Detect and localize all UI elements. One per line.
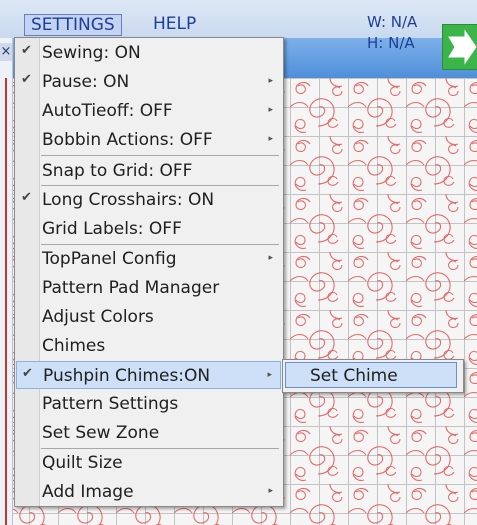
green-arrow-icon xyxy=(448,29,477,65)
menu-item-label: Set Sew Zone xyxy=(42,423,160,443)
menu-item-toppanel-config[interactable]: TopPanel Config ▸ xyxy=(16,245,281,273)
menu-item-label: Quilt Size xyxy=(42,453,123,473)
menu-item-pattern-settings[interactable]: Pattern Settings xyxy=(16,390,281,418)
check-icon: ✔ xyxy=(22,366,33,381)
menu-item-pushpin-chimes[interactable]: ✔ Pushpin Chimes:ON ▸ xyxy=(16,361,281,389)
settings-menu: ✔ Sewing: ON ✔ Pause: ON ▸ AutoTieoff: O… xyxy=(14,37,284,507)
menu-item-quilt-size[interactable]: Quilt Size xyxy=(16,449,281,477)
menu-item-label: Pushpin Chimes:ON xyxy=(43,366,211,386)
chevron-right-icon: ▸ xyxy=(268,105,273,115)
menu-item-label: Adjust Colors xyxy=(42,307,154,327)
menu-item-label: Pattern Settings xyxy=(42,394,179,414)
check-icon: ✔ xyxy=(21,190,32,205)
height-readout: H: N/A xyxy=(367,34,415,52)
menu-item-long-crosshairs[interactable]: ✔ Long Crosshairs: ON xyxy=(16,186,281,214)
chevron-right-icon: ▸ xyxy=(268,134,273,144)
menu-item-bobbin-actions[interactable]: Bobbin Actions: OFF ▸ xyxy=(16,126,281,154)
canvas-boundary-line xyxy=(5,78,7,525)
pushpin-chimes-submenu: Set Chime xyxy=(282,359,464,393)
menu-item-label: Add Image xyxy=(42,482,134,502)
menu-item-pattern-pad-manager[interactable]: Pattern Pad Manager xyxy=(16,274,281,302)
go-button[interactable] xyxy=(442,24,477,70)
menu-item-sewing[interactable]: ✔ Sewing: ON xyxy=(16,39,281,67)
menu-item-label: AutoTieoff: OFF xyxy=(42,101,173,121)
menu-settings[interactable]: SETTINGS xyxy=(24,14,122,36)
submenu-item-set-chime[interactable]: Set Chime xyxy=(285,362,457,388)
chevron-right-icon: ▸ xyxy=(268,76,273,86)
menu-item-label: Bobbin Actions: OFF xyxy=(42,130,213,150)
menu-item-label: Snap to Grid: OFF xyxy=(42,161,193,181)
menu-item-add-image[interactable]: Add Image ▸ xyxy=(16,478,281,506)
menu-item-label: Chimes xyxy=(42,336,106,356)
chevron-right-icon: ▸ xyxy=(267,370,272,380)
menu-item-set-sew-zone[interactable]: Set Sew Zone xyxy=(16,419,281,447)
check-icon: ✔ xyxy=(21,72,32,87)
menu-separator xyxy=(41,155,279,156)
menu-item-label: Long Crosshairs: ON xyxy=(42,190,215,210)
width-readout: W: N/A xyxy=(367,13,418,31)
menu-item-chimes[interactable]: Chimes xyxy=(16,332,281,360)
menu-item-label: Grid Labels: OFF xyxy=(42,219,182,239)
menu-item-autotieoff[interactable]: AutoTieoff: OFF ▸ xyxy=(16,97,281,125)
menu-item-adjust-colors[interactable]: Adjust Colors xyxy=(16,303,281,331)
menu-help[interactable]: HELP xyxy=(147,14,202,34)
menu-item-label: Pause: ON xyxy=(42,72,130,92)
close-icon[interactable]: × xyxy=(0,43,12,61)
menu-item-label: TopPanel Config xyxy=(42,249,177,269)
menu-item-snap-to-grid[interactable]: Snap to Grid: OFF xyxy=(16,157,281,185)
menu-item-pause[interactable]: ✔ Pause: ON ▸ xyxy=(16,68,281,96)
menu-item-grid-labels[interactable]: Grid Labels: OFF xyxy=(16,215,281,243)
chevron-right-icon: ▸ xyxy=(268,486,273,496)
menu-item-label: Sewing: ON xyxy=(42,43,141,63)
submenu-item-label: Set Chime xyxy=(310,366,398,386)
check-icon: ✔ xyxy=(21,43,32,58)
chevron-right-icon: ▸ xyxy=(268,253,273,263)
menu-item-label: Pattern Pad Manager xyxy=(42,278,220,298)
